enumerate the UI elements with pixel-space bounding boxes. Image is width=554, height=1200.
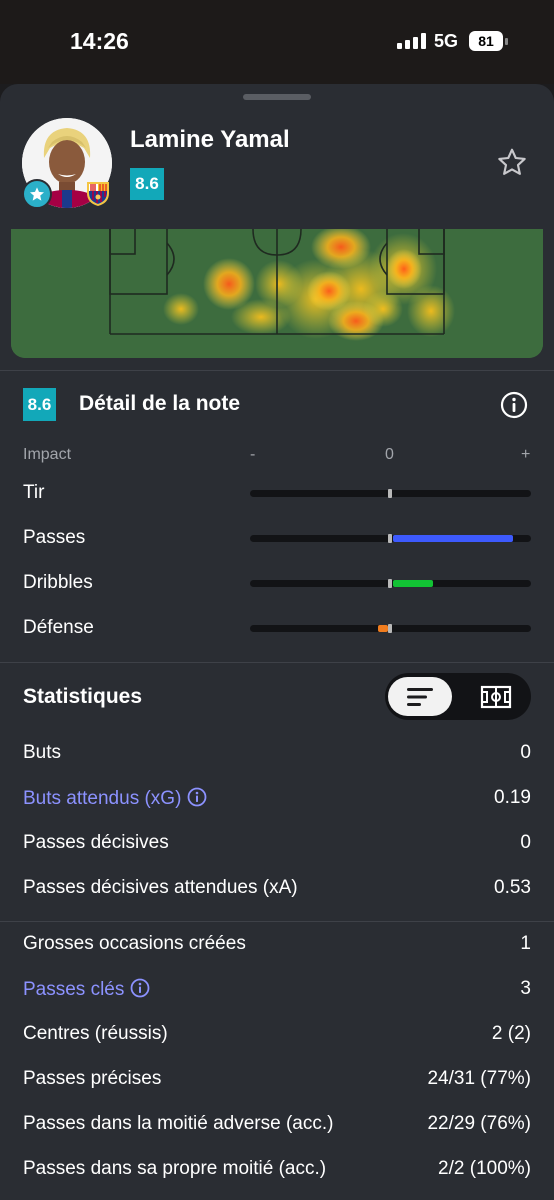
barcelona-crest-icon	[85, 179, 111, 207]
stat-value: 22/29 (76%)	[427, 1113, 531, 1134]
impact-bar-fill	[393, 535, 514, 542]
section-divider	[0, 370, 554, 371]
stat-value: 2 (2)	[491, 1023, 531, 1044]
section-divider	[0, 662, 554, 663]
impact-label: Impact	[23, 446, 72, 463]
player-rating-badge: 8.6	[130, 168, 164, 200]
impact-zero-marker	[388, 489, 392, 498]
stat-value: 2/2 (100%)	[438, 1158, 531, 1179]
player-name: Lamine Yamal	[130, 126, 290, 153]
section-divider	[0, 921, 554, 922]
stat-value: 1	[520, 933, 531, 954]
status-time: 14:26	[70, 28, 129, 54]
stat-label-text: Passes précises	[23, 1068, 162, 1089]
sheet-drag-handle[interactable]	[243, 94, 311, 100]
stat-label-text[interactable]: Buts attendus (xG)	[23, 788, 181, 809]
stat-label: Passes dans la moitié adverse (acc.)	[23, 1113, 333, 1135]
impact-row-label: Défense	[23, 617, 94, 638]
rating-detail-badge: 8.6	[23, 388, 56, 421]
info-icon[interactable]	[130, 978, 150, 998]
stat-value: 0	[520, 742, 531, 763]
info-icon[interactable]	[500, 391, 528, 419]
impact-scale-minus: -	[250, 446, 256, 463]
impact-zero-marker	[388, 534, 392, 543]
stat-value: 0	[520, 832, 531, 853]
stat-label: Passes décisives attendues (xA)	[23, 877, 298, 899]
status-bar: 14:26 5G 81	[0, 0, 554, 84]
stat-label[interactable]: Passes clés	[23, 978, 150, 1001]
stat-label: Buts	[23, 742, 61, 764]
stat-value: 3	[520, 978, 531, 999]
impact-row-label: Dribbles	[23, 572, 93, 593]
stat-label: Passes décisives	[23, 832, 169, 854]
battery-icon: 81	[469, 31, 503, 51]
impact-zero-marker	[388, 579, 392, 588]
impact-scale-zero: 0	[385, 446, 394, 463]
stat-label: Grosses occasions créées	[23, 933, 246, 955]
stat-label-text: Passes dans la moitié adverse (acc.)	[23, 1113, 334, 1134]
info-icon[interactable]	[187, 787, 207, 807]
stat-label-text: Passes dans sa propre moitié (acc.)	[23, 1158, 327, 1179]
stat-label[interactable]: Buts attendus (xG)	[23, 787, 207, 810]
stat-label-text: Buts	[23, 742, 62, 763]
stat-label-text[interactable]: Passes clés	[23, 979, 124, 1000]
impact-scale-plus: +	[521, 446, 531, 463]
stat-label-text: Passes décisives attendues (xA)	[23, 877, 298, 898]
stat-value: 0.19	[494, 787, 531, 808]
stat-value: 24/31 (77%)	[427, 1068, 531, 1089]
stat-label: Centres (réussis)	[23, 1023, 168, 1045]
stat-label: Passes précises	[23, 1068, 161, 1090]
statistics-title: Statistiques	[23, 685, 143, 708]
pitch-view-icon[interactable]	[480, 684, 512, 710]
star-icon	[22, 179, 52, 209]
rating-detail-title: Détail de la note	[79, 392, 241, 415]
impact-zero-marker	[388, 624, 392, 633]
stat-label: Passes dans sa propre moitié (acc.)	[23, 1158, 326, 1180]
impact-row-label: Passes	[23, 527, 86, 548]
stat-label-text: Grosses occasions créées	[23, 933, 246, 954]
heatmap[interactable]	[11, 229, 543, 358]
signal-icon	[397, 33, 427, 49]
impact-row-label: Tir	[23, 482, 45, 503]
impact-bar-fill	[378, 625, 388, 632]
favorite-star-icon[interactable]	[496, 146, 528, 178]
battery-tip	[505, 38, 508, 45]
stat-label-text: Passes décisives	[23, 832, 169, 853]
network-type: 5G	[434, 31, 459, 51]
list-view-icon[interactable]	[388, 677, 452, 716]
stat-label-text: Centres (réussis)	[23, 1023, 168, 1044]
stat-value: 0.53	[494, 877, 531, 898]
impact-bar-fill	[393, 580, 434, 587]
